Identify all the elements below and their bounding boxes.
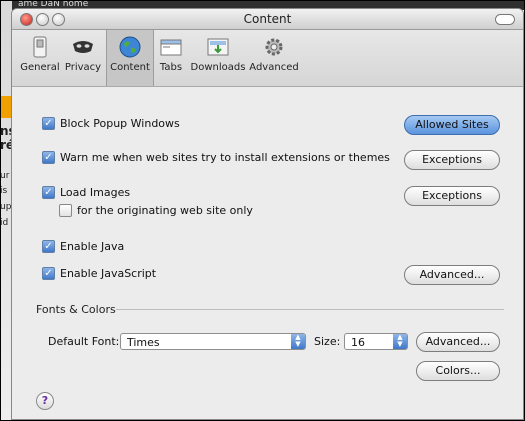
screenshot-frame [0,0,525,421]
